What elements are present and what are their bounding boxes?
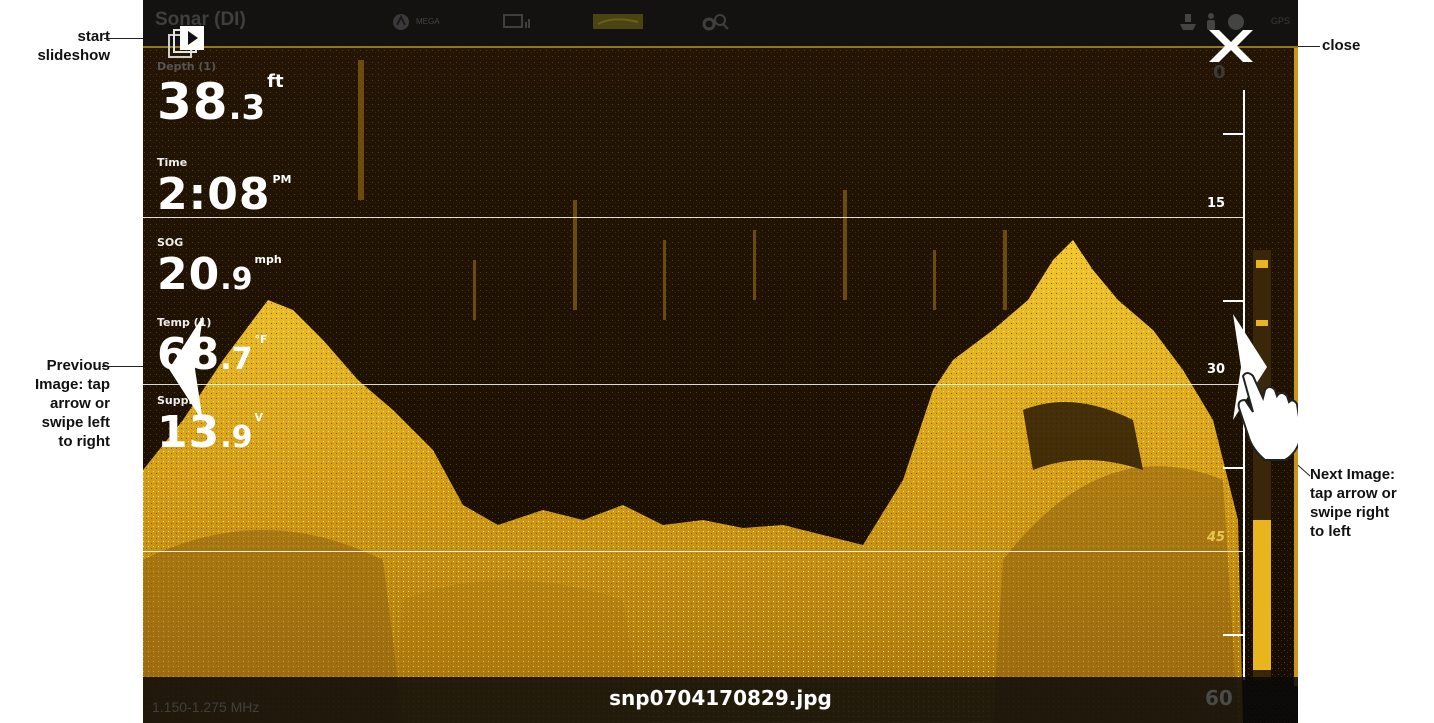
callout-text: arrow or bbox=[49, 395, 110, 412]
time-unit: PM bbox=[272, 173, 292, 186]
callout-text: to left bbox=[1310, 523, 1351, 540]
scale-label-45: 45 bbox=[1207, 530, 1226, 545]
callout-text: close bbox=[1322, 37, 1361, 54]
sonar-image[interactable] bbox=[143, 0, 1298, 723]
depth-unit: ft bbox=[267, 71, 284, 92]
display-icon[interactable] bbox=[503, 12, 533, 32]
sog-label: SOG bbox=[157, 236, 184, 249]
callout-text: tap arrow or bbox=[1310, 485, 1397, 502]
close-icon[interactable] bbox=[1203, 26, 1259, 66]
sog-readout: SOG 20.9mph bbox=[157, 236, 282, 300]
settings-search-icon[interactable] bbox=[701, 12, 731, 34]
chart-thumbnail-icon[interactable] bbox=[593, 12, 643, 32]
temp-unit: °F bbox=[254, 333, 268, 346]
callout-text: swipe left bbox=[41, 414, 110, 431]
callout-text: Next Image: bbox=[1310, 466, 1396, 483]
depth-line-15 bbox=[143, 217, 1243, 218]
scale-label-30: 30 bbox=[1207, 362, 1226, 377]
close-callout: close bbox=[1322, 36, 1360, 55]
callout-text: Previous bbox=[46, 357, 110, 374]
sog-decimal: .9 bbox=[220, 262, 253, 297]
callout-text: slideshow bbox=[37, 47, 110, 64]
time-value: 2:08 bbox=[157, 169, 271, 220]
callout-text: Image: tap bbox=[34, 376, 110, 393]
depth-readout: Depth (1) 38.3ft bbox=[157, 60, 284, 131]
supply-unit: V bbox=[254, 411, 264, 424]
sog-unit: mph bbox=[254, 253, 282, 266]
start-slideshow-callout: start bbox=[62, 27, 110, 46]
callout-text: to right bbox=[58, 433, 110, 450]
sog-value: 20 bbox=[157, 249, 221, 300]
time-label: Time bbox=[157, 156, 188, 169]
depth-decimal: .3 bbox=[228, 88, 266, 128]
image-filename: snp0704170829.jpg bbox=[609, 686, 832, 710]
depth-value: 38 bbox=[157, 73, 229, 131]
slideshow-icon[interactable] bbox=[168, 25, 208, 61]
status-bar: Sonar (DI) MEGA GPS bbox=[143, 0, 1298, 46]
status-divider bbox=[143, 46, 1298, 48]
boat-icon bbox=[1180, 14, 1196, 30]
mega-label: MEGA bbox=[416, 17, 440, 26]
temp-decimal: .7 bbox=[220, 342, 253, 377]
scale-label-bottom: 60 bbox=[1205, 686, 1233, 710]
callout-text: start bbox=[77, 28, 110, 45]
depth-line-45 bbox=[143, 551, 1243, 552]
depth-label: Depth (1) bbox=[157, 60, 217, 73]
previous-image-callout: Previous Image: tap arrow or swipe left … bbox=[10, 356, 110, 451]
scale-label-15: 15 bbox=[1207, 196, 1226, 211]
depth-line-30 bbox=[143, 384, 1243, 385]
hand-pointer-icon bbox=[1237, 372, 1298, 461]
start-slideshow-callout-line2: slideshow bbox=[30, 46, 110, 65]
next-image-callout: Next Image: tap arrow or swipe right to … bbox=[1310, 465, 1397, 541]
gps-label: GPS bbox=[1270, 16, 1290, 26]
bottom-bar: 1.150-1.275 MHz snp0704170829.jpg 60 bbox=[143, 677, 1298, 723]
mega-imaging-icon[interactable] bbox=[391, 12, 411, 32]
time-readout: Time 2:08 PM bbox=[157, 156, 291, 220]
sonar-screen: 0 15 30 45 Sonar (DI) MEGA GPS Depth (1)… bbox=[143, 0, 1298, 723]
supply-decimal: .9 bbox=[220, 420, 253, 455]
callout-text: swipe right bbox=[1310, 504, 1390, 521]
previous-arrow-icon[interactable] bbox=[161, 314, 211, 424]
